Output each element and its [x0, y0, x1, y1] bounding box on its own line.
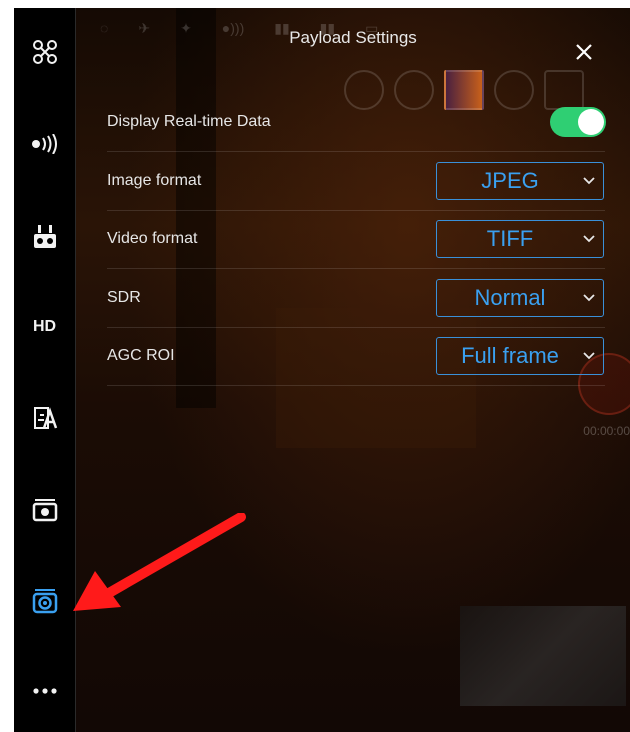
hd-label[interactable]: HD — [14, 305, 75, 349]
agc-roi-value: Full frame — [461, 343, 559, 368]
sdr-label: SDR — [107, 289, 141, 306]
record-timer: 00:00:00 — [583, 424, 630, 438]
setting-row-sdr: SDR Normal — [107, 269, 605, 328]
image-format-value: JPEG — [481, 168, 539, 193]
image-format-dropdown[interactable]: JPEG — [436, 162, 604, 200]
annotation-arrow-icon — [73, 513, 246, 611]
sdr-value: Normal — [474, 285, 546, 310]
sidebar: HD — [14, 8, 76, 732]
close-icon — [576, 44, 592, 60]
setting-row-image-format: Image format JPEG — [107, 152, 605, 211]
chevron-down-icon — [575, 177, 603, 185]
map-translate-icon[interactable] — [14, 396, 75, 440]
close-button[interactable] — [572, 40, 596, 64]
signal-icon[interactable] — [14, 122, 75, 166]
hd-label-text: HD — [32, 318, 57, 335]
image-format-label: Image format — [107, 172, 202, 189]
video-format-label: Video format — [107, 230, 198, 247]
setting-row-agc-roi: AGC ROI Full frame — [107, 327, 605, 386]
realtime-data-label: Display Real-time Data — [107, 113, 271, 130]
agc-roi-dropdown[interactable]: Full frame — [436, 337, 604, 375]
app-frame: 00:00:00 ◌ ✈ ✦ ●))) ▮▮ ▮▮ ▭ HD Payload S… — [14, 8, 630, 732]
realtime-data-toggle[interactable] — [550, 107, 606, 137]
panel-title: Payload Settings — [289, 28, 417, 47]
map-thumbnail[interactable] — [460, 606, 626, 706]
toggle-knob — [578, 109, 604, 135]
camera-icon[interactable] — [14, 488, 75, 532]
chevron-down-icon — [575, 235, 603, 243]
setting-row-video-format: Video format TIFF — [107, 210, 605, 269]
setting-row-realtime: Display Real-time Data — [107, 93, 606, 152]
sdr-dropdown[interactable]: Normal — [436, 279, 604, 317]
agc-roi-label: AGC ROI — [107, 347, 175, 364]
aircraft-icon[interactable] — [14, 30, 75, 74]
chevron-down-icon — [575, 352, 603, 360]
video-format-dropdown[interactable]: TIFF — [436, 220, 604, 258]
remote-controller-icon[interactable] — [14, 215, 75, 259]
more-icon[interactable] — [14, 669, 75, 713]
chevron-down-icon — [575, 294, 603, 302]
video-format-value: TIFF — [486, 226, 534, 251]
payload-settings-icon[interactable] — [14, 579, 75, 623]
